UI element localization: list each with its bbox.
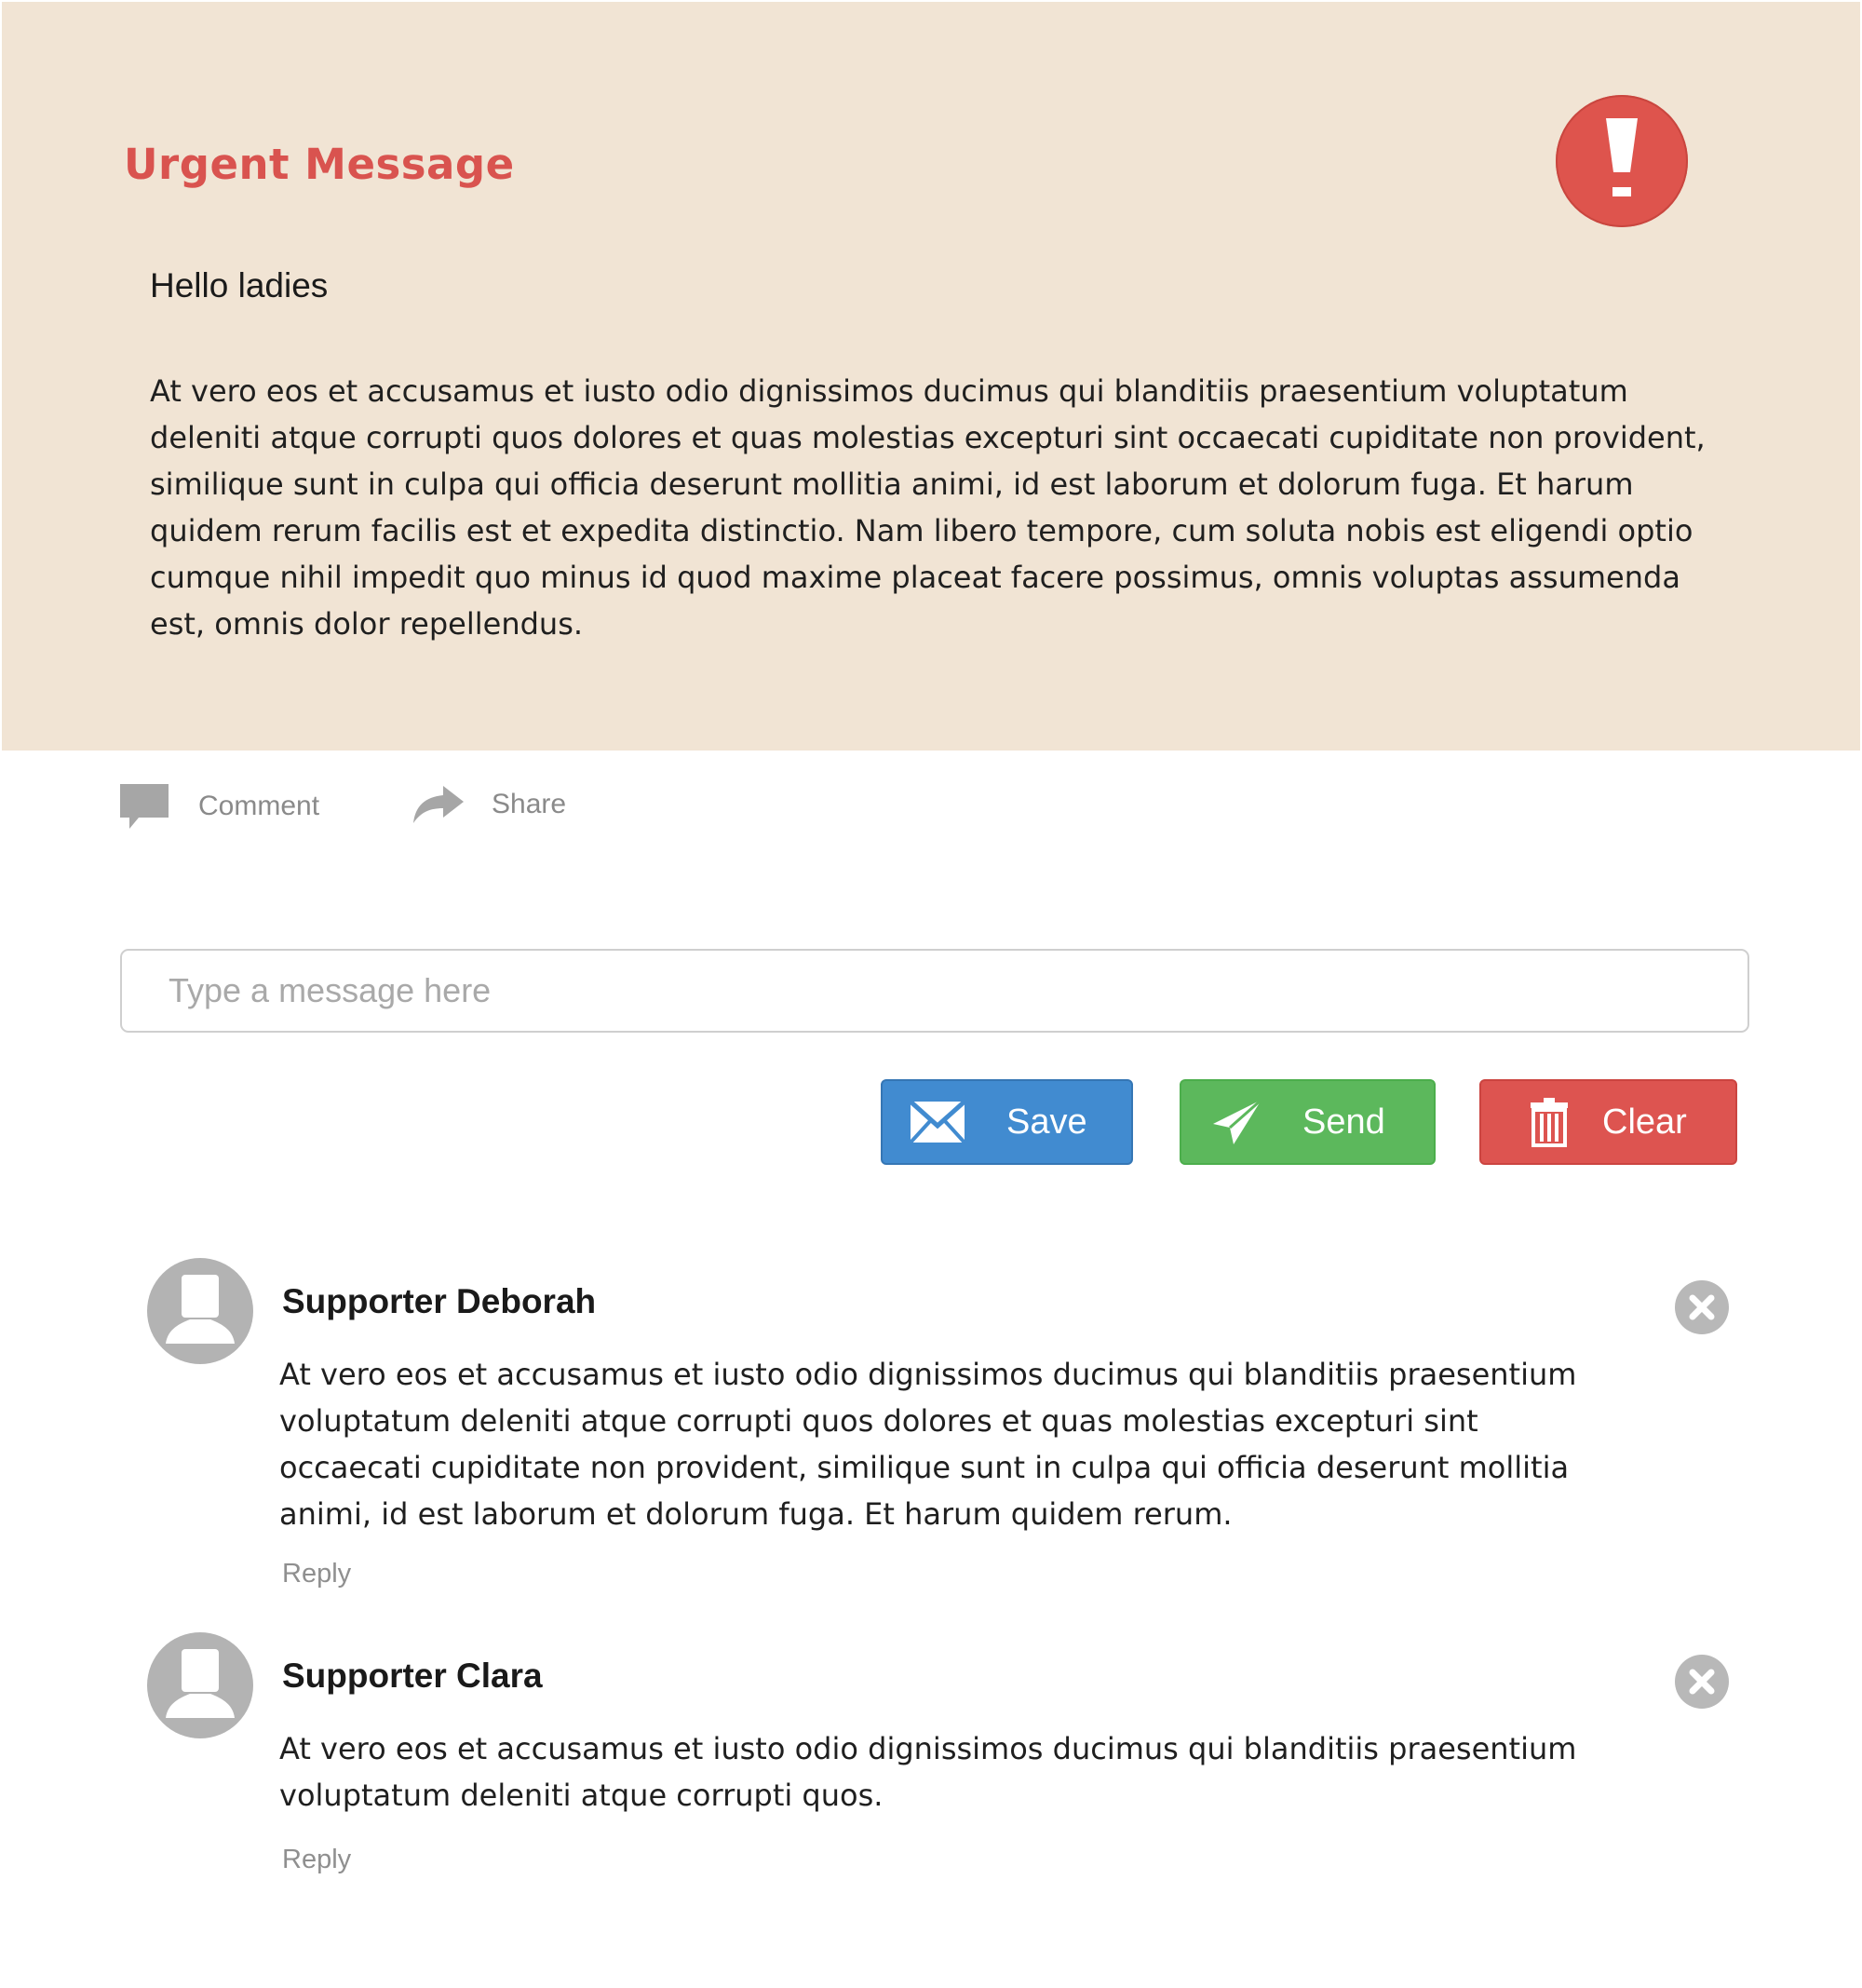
share-action[interactable]: Share [412, 784, 566, 825]
share-label: Share [492, 789, 567, 819]
comment-author: Supporter Clara [282, 1657, 543, 1695]
comment-label: Comment [198, 791, 320, 821]
send-label: Send [1302, 1102, 1385, 1142]
message-body: At vero eos et accusamus et iusto odio d… [150, 373, 1706, 642]
save-button[interactable]: Save [881, 1079, 1133, 1165]
comment-item: Supporter Clara At vero eos et accusamus… [0, 1632, 1862, 1912]
exclamation-icon [1556, 95, 1688, 227]
reply-link[interactable]: Reply [282, 1559, 351, 1589]
user-silhouette-icon [166, 1649, 235, 1718]
card-title: Urgent Message [124, 140, 515, 189]
comment-author: Supporter Deborah [282, 1282, 597, 1320]
trash-icon [1530, 1097, 1569, 1147]
comment-action[interactable]: Comment [118, 782, 319, 831]
remove-comment-button[interactable] [1675, 1655, 1729, 1709]
envelope-icon [910, 1101, 965, 1143]
close-icon [1689, 1669, 1715, 1695]
comment-body: At vero eos et accusamus et iusto odio d… [279, 1357, 1577, 1532]
reply-link[interactable]: Reply [282, 1845, 351, 1875]
message-input[interactable] [120, 949, 1749, 1033]
close-icon [1689, 1294, 1715, 1320]
clear-label: Clear [1602, 1102, 1687, 1142]
comment-body: At vero eos et accusamus et iusto odio d… [279, 1731, 1577, 1813]
comment-item: Supporter Deborah At vero eos et accusam… [0, 1258, 1862, 1603]
avatar [147, 1258, 253, 1364]
save-label: Save [1006, 1102, 1087, 1142]
avatar [147, 1632, 253, 1738]
send-button[interactable]: Send [1180, 1079, 1436, 1165]
clear-button[interactable]: Clear [1479, 1079, 1737, 1165]
urgent-message-card: Urgent Message Hello ladies At vero eos … [2, 2, 1860, 751]
share-arrow-icon [412, 784, 466, 825]
remove-comment-button[interactable] [1675, 1280, 1729, 1334]
greeting: Hello ladies [150, 266, 329, 304]
user-silhouette-icon [166, 1275, 235, 1344]
page: Urgent Message Hello ladies At vero eos … [0, 0, 1862, 1988]
paper-plane-icon [1211, 1098, 1263, 1146]
speech-bubble-icon [118, 782, 170, 831]
